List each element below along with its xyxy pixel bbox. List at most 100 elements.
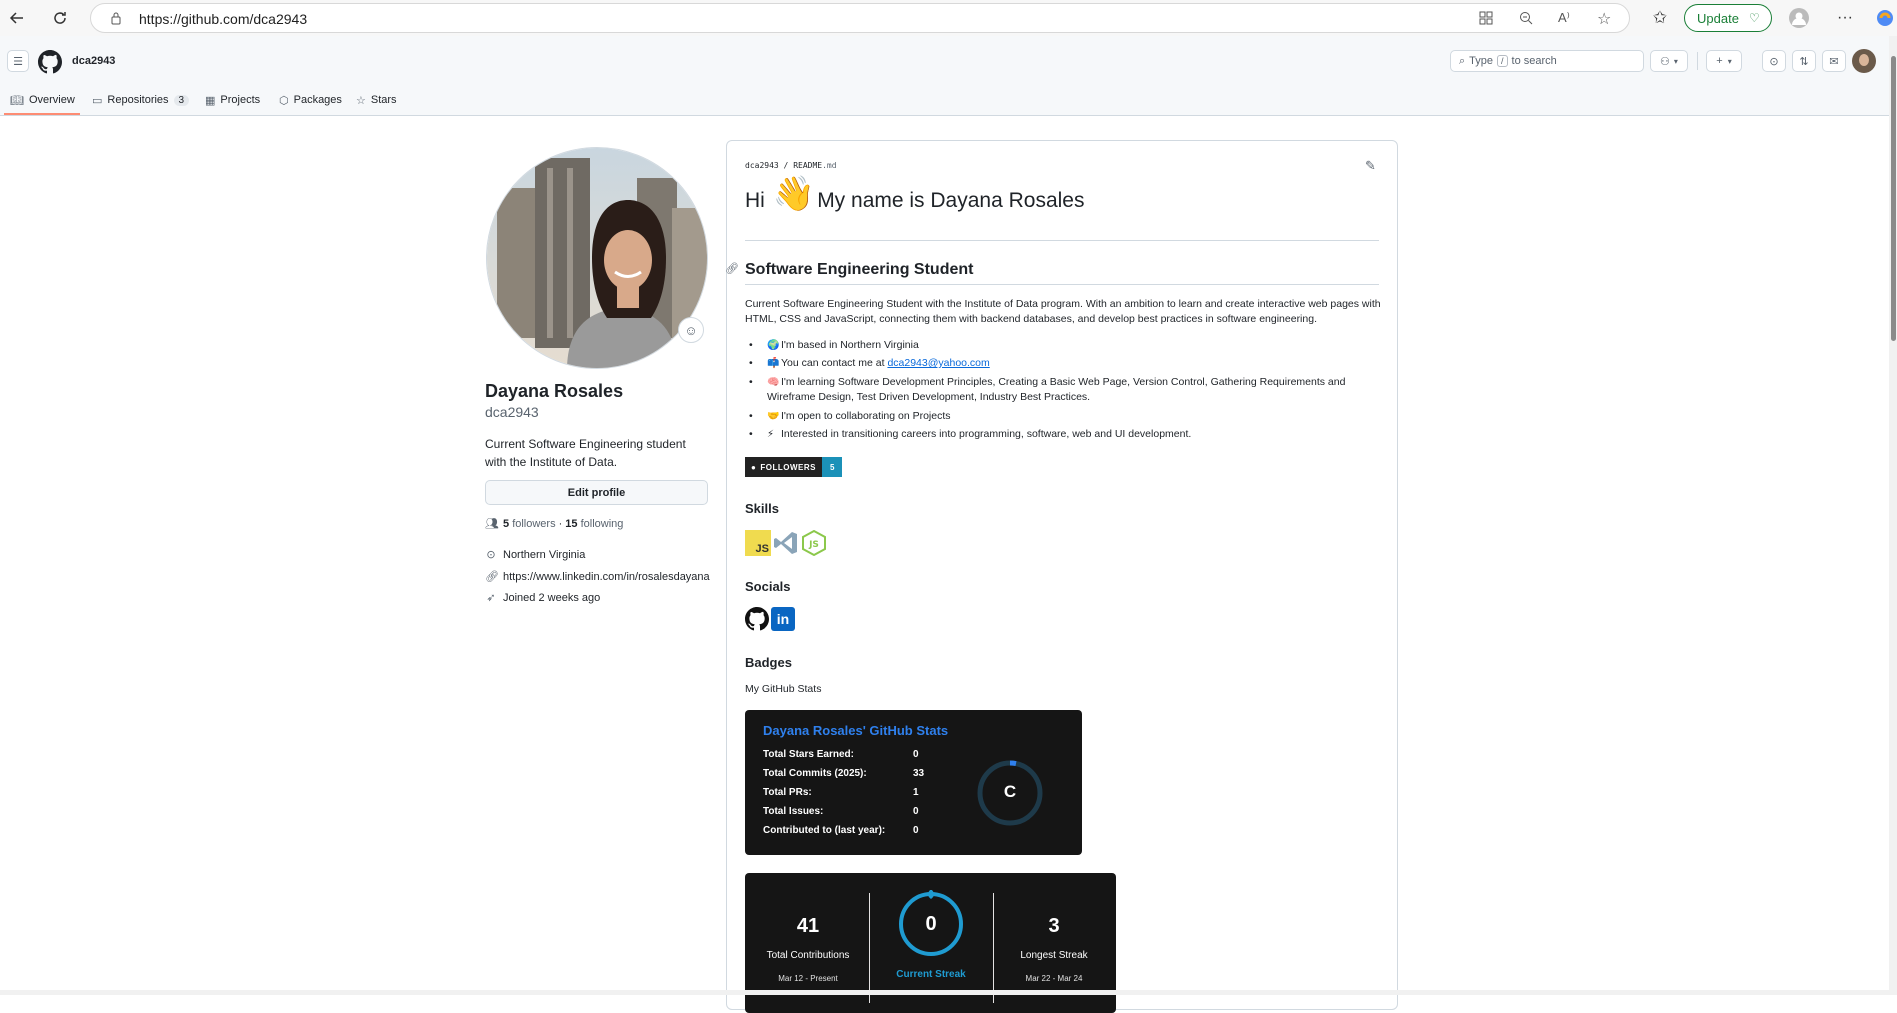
stat-label: Contributed to (last year):	[763, 825, 886, 836]
header-avatar[interactable]	[1852, 49, 1876, 73]
github-social-icon[interactable]	[745, 607, 769, 636]
followers-count: 5	[503, 517, 510, 530]
stats-caption: My GitHub Stats	[745, 683, 822, 695]
copilot-button[interactable]: ⚇ ▾	[1650, 50, 1688, 72]
favorite-star-icon[interactable]: ☆	[1597, 9, 1611, 29]
rank-ring: C	[977, 760, 1043, 831]
list-item: • 📫 You can contact me at dca2943@yahoo.c…	[749, 356, 1379, 371]
stat-value: 0	[913, 749, 919, 760]
apps-icon[interactable]	[1479, 11, 1493, 30]
zoom-out-icon[interactable]	[1519, 11, 1533, 30]
copilot-icon[interactable]	[1873, 6, 1897, 30]
followers-label: followers	[512, 517, 556, 530]
stat-label: Total Issues:	[763, 806, 824, 817]
page-scrollbar-thumb[interactable]	[1891, 56, 1896, 341]
bottom-edge	[0, 990, 1889, 995]
anchor-link-icon[interactable]: 🔗︎	[725, 262, 739, 275]
github-logo-icon[interactable]	[38, 50, 62, 79]
search-input[interactable]: ⌕ Type / to search	[1450, 50, 1644, 72]
javascript-icon[interactable]: JS	[745, 530, 771, 556]
readme-heading-hi: Hi	[745, 189, 765, 212]
repositories-count-badge: 3	[173, 94, 190, 106]
tab-repositories[interactable]: ▭ Repositories 3	[92, 90, 190, 110]
readme-crumb-ext: .md	[822, 161, 837, 170]
stat-label: Total Stars Earned:	[763, 749, 854, 760]
search-placeholder-pre: Type	[1469, 55, 1494, 67]
website-row: 🔗︎ https://www.linkedin.com/in/rosalesda…	[485, 570, 710, 584]
address-bar[interactable]: https://github.com/dca2943 A⁾ ☆	[90, 3, 1630, 33]
list-item-text: I'm based in Northern Virginia	[781, 339, 919, 351]
longest-streak-value: 3	[1048, 915, 1060, 937]
header-username[interactable]: dca2943	[72, 55, 115, 67]
list-item-text: You can contact me at	[781, 357, 888, 369]
update-button[interactable]: Update ♡	[1684, 4, 1772, 32]
copilot-glyph-icon: ⚇	[1660, 55, 1670, 68]
longest-streak-label: Longest Streak	[1020, 950, 1088, 961]
link-icon: 🔗︎	[485, 571, 499, 583]
more-options-icon[interactable]: ···	[1833, 6, 1857, 30]
streak-divider	[869, 893, 870, 1003]
longest-streak-range: Mar 22 - Mar 24	[1025, 974, 1083, 983]
readme-crumb-file[interactable]: README	[793, 161, 822, 170]
socials-heading: Socials	[745, 579, 791, 594]
profile-icon[interactable]	[1787, 6, 1811, 30]
nodejs-icon[interactable]: JS	[801, 529, 827, 561]
heart-pulse-icon: ♡	[1748, 11, 1760, 25]
stat-value: 1	[913, 787, 919, 798]
readme-heading: Hi 👋 My name is Dayana Rosales	[745, 177, 1084, 213]
followers-badge[interactable]: ● FOLLOWERS 5	[745, 457, 843, 477]
edit-profile-button[interactable]: Edit profile	[485, 480, 708, 505]
tab-overview[interactable]: 📖︎ Overview	[10, 90, 75, 110]
waving-hand-icon: 👋	[772, 175, 816, 213]
tab-overview-label: Overview	[28, 94, 75, 106]
issues-icon[interactable]: ⊙	[1762, 50, 1786, 72]
list-item-text: I'm learning Software Development Princi…	[767, 376, 1346, 403]
badges-heading: Badges	[745, 655, 792, 670]
profile-website-link[interactable]: https://www.linkedin.com/in/rosalesdayan…	[503, 571, 710, 583]
followers-link[interactable]: 5 followers	[503, 518, 556, 530]
tab-projects[interactable]: ▦ Projects	[205, 90, 260, 110]
vscode-icon[interactable]	[773, 530, 799, 561]
linkedin-icon[interactable]: in	[771, 607, 795, 631]
heading-divider	[745, 240, 1379, 241]
plus-icon: +	[1716, 55, 1723, 67]
handshake-icon: 🤝	[767, 411, 780, 422]
skills-heading: Skills	[745, 501, 779, 516]
streak-divider	[993, 893, 994, 1003]
github-stats-card: Dayana Rosales' GitHub Stats Total Stars…	[745, 710, 1082, 855]
profile-avatar[interactable]	[486, 147, 708, 369]
url-text[interactable]: https://github.com/dca2943	[139, 11, 307, 27]
inbox-icon[interactable]: ✉	[1822, 50, 1846, 72]
edit-readme-pencil-icon[interactable]: ✎	[1365, 158, 1376, 174]
rocket-icon: ➶	[486, 592, 496, 604]
back-arrow-icon[interactable]	[5, 6, 29, 30]
search-icon: ⌕	[1459, 54, 1466, 67]
total-contributions-label: Total Contributions	[766, 950, 850, 961]
email-link[interactable]: dca2943@yahoo.com	[887, 357, 989, 369]
list-item: • ⚡ Interested in transitioning careers i…	[749, 427, 1379, 442]
set-status-smiley-icon[interactable]: ☺	[678, 317, 704, 343]
tab-stars[interactable]: ☆ Stars	[356, 90, 397, 110]
nodejs-icon-label: JS	[808, 540, 819, 550]
followers-separator: ·	[558, 517, 563, 530]
tab-projects-label: Projects	[220, 94, 261, 106]
subheading-divider	[745, 284, 1379, 285]
lock-icon[interactable]	[109, 11, 123, 30]
current-streak-value: 0	[925, 913, 937, 935]
favorites-icon[interactable]: ✩	[1648, 6, 1672, 30]
readme-crumb-user[interactable]: dca2943	[745, 161, 779, 170]
profile-login: dca2943	[485, 404, 539, 420]
location-row: ⊙ Northern Virginia	[485, 548, 585, 562]
pull-requests-icon[interactable]: ⇅	[1792, 50, 1816, 72]
read-aloud-icon[interactable]: A⁾	[1558, 10, 1570, 26]
readme-intro-paragraph: Current Software Engineering Student wit…	[745, 298, 1381, 325]
refresh-icon[interactable]	[48, 6, 72, 30]
stats-card-title: Dayana Rosales' GitHub Stats	[763, 723, 949, 738]
bullet: •	[749, 428, 753, 440]
create-new-button[interactable]: + ▾	[1706, 50, 1742, 72]
location-pin-icon: ⊙	[486, 549, 496, 561]
hamburger-menu-icon[interactable]: ☰	[7, 50, 29, 72]
following-link[interactable]: 15 following	[565, 518, 623, 530]
tab-packages[interactable]: ⬡ Packages	[279, 90, 342, 110]
followers-badge-left: ● FOLLOWERS	[745, 457, 822, 477]
